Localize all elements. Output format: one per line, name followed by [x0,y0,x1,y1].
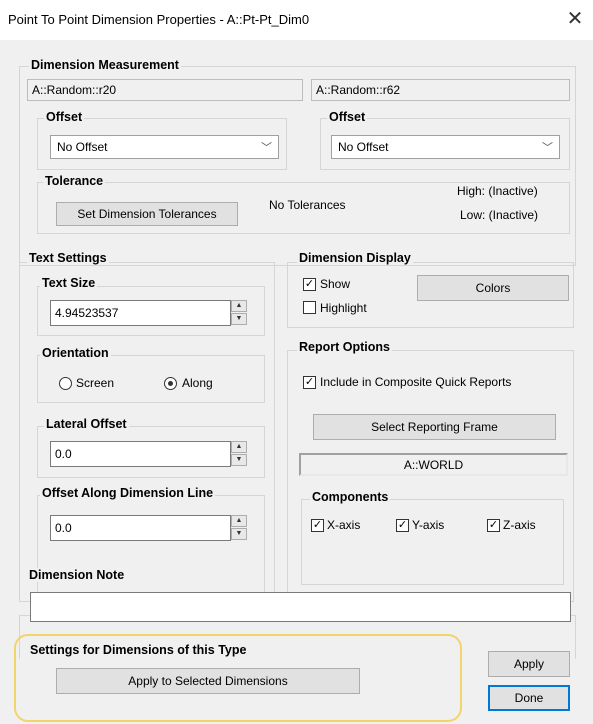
text-settings-title: Text Settings [27,251,109,265]
chevron-down-icon: ﹀ [542,142,553,154]
include-reports-label: Include in Composite Quick Reports [320,375,512,389]
apply-selected-dimensions-button[interactable]: Apply to Selected Dimensions [56,668,360,694]
window-title: Point To Point Dimension Properties - A:… [8,12,310,27]
text-size-spin[interactable]: ▲ ▼ [231,300,247,326]
text-size-label: Text Size [40,276,98,290]
done-button[interactable]: Done [488,685,570,711]
dimension-display-title: Dimension Display [297,251,413,265]
z-axis-checkbox[interactable]: ✓ [487,519,500,532]
group-components [301,499,564,585]
spin-up-icon[interactable]: ▲ [231,441,247,453]
text-size-input[interactable]: 4.94523537 [50,300,231,326]
radio-along-label: Along [182,376,213,390]
report-options-title: Report Options [297,340,392,354]
close-icon[interactable]: ✕ [562,6,588,32]
show-checkbox[interactable]: ✓ [303,278,316,291]
spin-down-icon[interactable]: ▼ [231,528,247,540]
spin-up-icon[interactable]: ▲ [231,300,247,312]
set-tolerances-button[interactable]: Set Dimension Tolerances [56,202,238,226]
select-reporting-frame-button[interactable]: Select Reporting Frame [313,414,556,440]
x-axis-label: X-axis [327,518,361,532]
offset2-value: No Offset [338,140,389,154]
tolerance-high: High: (Inactive) [457,184,538,198]
tolerance-low: Low: (Inactive) [460,208,539,222]
tolerance-title: Tolerance [43,174,106,188]
highlight-label: Highlight [320,301,367,315]
reporting-frame-field: A::WORLD [299,453,568,476]
chevron-down-icon: ﹀ [261,142,272,154]
spin-down-icon[interactable]: ▼ [231,454,247,466]
y-axis-checkbox[interactable]: ✓ [396,519,409,532]
orientation-label: Orientation [40,346,111,360]
offset-along-spin[interactable]: ▲ ▼ [231,515,247,541]
offset-along-label: Offset Along Dimension Line [40,486,216,500]
spin-down-icon[interactable]: ▼ [231,313,247,325]
point2-field: A::Random::r62 [311,79,570,101]
include-reports-checkbox[interactable]: ✓ [303,376,316,389]
y-axis-label: Y-axis [412,518,445,532]
offset1-label: Offset [44,110,85,124]
x-axis-checkbox[interactable]: ✓ [311,519,324,532]
radio-screen-label: Screen [76,376,115,390]
highlight-checkbox[interactable] [303,301,316,314]
dimension-note-title: Dimension Note [27,568,127,582]
colors-button[interactable]: Colors [417,275,569,301]
offset1-value: No Offset [57,140,108,154]
lateral-offset-label: Lateral Offset [44,417,129,431]
dialog-body: Dimension Measurement A::Random::r20 A::… [0,40,593,724]
offset-along-input[interactable]: 0.0 [50,515,231,541]
radio-screen[interactable] [59,377,72,390]
apply-button[interactable]: Apply [488,651,570,677]
offset1-select[interactable]: No Offset ﹀ [50,135,279,159]
spin-up-icon[interactable]: ▲ [231,515,247,527]
lateral-offset-input[interactable]: 0.0 [50,441,231,467]
z-axis-label: Z-axis [503,518,536,532]
group-title-dimension-measurement: Dimension Measurement [29,58,181,72]
group-orientation [37,355,265,403]
tolerance-status: No Tolerances [269,198,346,212]
point1-field: A::Random::r20 [27,79,303,101]
show-label: Show [320,277,351,291]
title-bar: Point To Point Dimension Properties - A:… [0,0,593,40]
components-title: Components [310,490,391,504]
lateral-offset-spin[interactable]: ▲ ▼ [231,441,247,467]
type-settings-title: Settings for Dimensions of this Type [30,643,247,657]
offset2-select[interactable]: No Offset ﹀ [331,135,560,159]
radio-along[interactable] [164,377,177,390]
offset2-label: Offset [327,110,368,124]
dimension-note-input[interactable] [30,592,571,622]
